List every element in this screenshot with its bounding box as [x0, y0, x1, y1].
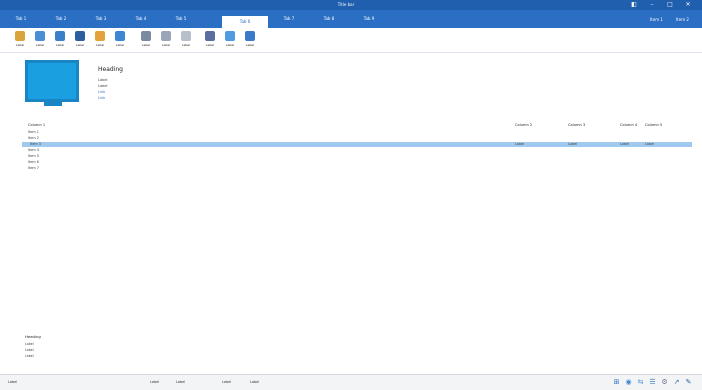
log-entry: Label	[25, 342, 34, 346]
status-item-4: Label	[222, 380, 232, 384]
column-header-2[interactable]: Column 2	[515, 122, 532, 128]
row-label: Item 1	[28, 130, 39, 134]
device-icon	[75, 31, 85, 41]
copy-icon	[161, 31, 171, 41]
column-header-3[interactable]: Column 3	[568, 122, 585, 128]
pin-icon[interactable]: ◧	[630, 2, 638, 8]
settings-icon	[141, 31, 151, 41]
tools-icon	[181, 31, 191, 41]
tab-6[interactable]: Tab 6	[222, 16, 268, 28]
toolbar-item-label: Label	[115, 43, 125, 47]
tray-icon[interactable]: ⊞	[612, 378, 621, 387]
tray-icon[interactable]: ✎	[684, 378, 693, 387]
title-bar: Title bar ◧ – □ ✕	[0, 0, 702, 10]
row-cell: Label	[515, 142, 525, 146]
window-title: Title bar	[337, 2, 355, 7]
back-icon	[15, 31, 25, 41]
menu-bar: Tab 1 Tab 2 Tab 3 Tab 4 Tab 5 Tab 6 Tab …	[0, 10, 702, 28]
status-item-2: Label	[150, 380, 160, 384]
page-title: Heading	[98, 66, 123, 73]
tray-icon[interactable]: ☰	[648, 378, 657, 387]
log-entry: Label	[25, 348, 34, 352]
toolbar: Label Label Label Label Label Label Labe…	[0, 28, 702, 53]
row-label: Item 6	[28, 160, 39, 164]
tab-2[interactable]: Tab 2	[42, 14, 80, 24]
maximize-icon[interactable]: □	[666, 2, 674, 8]
tab-5[interactable]: Tab 5	[162, 14, 200, 24]
row-label: Item 7	[28, 166, 39, 170]
log-entry: Label	[25, 354, 34, 358]
tab-3[interactable]: Tab 3	[82, 14, 120, 24]
toolbar-item-6[interactable]: Label	[110, 31, 130, 49]
close-icon[interactable]: ✕	[684, 2, 692, 8]
toolbar-item-10[interactable]: Label	[200, 31, 220, 49]
status-bar: Label Label Label Label Label ⊞ ◉ ⇆ ☰ ⚙ ↗ ✎	[0, 374, 702, 390]
row-label: Item 4	[28, 148, 39, 152]
tray-icon[interactable]: ⚙	[660, 378, 669, 387]
row-cell: Label	[645, 142, 655, 146]
toolbar-item-2[interactable]: Label	[30, 31, 50, 49]
monitor-icon	[115, 31, 125, 41]
table-row[interactable]: Item 2	[28, 136, 702, 141]
log-title: Heading	[25, 334, 41, 339]
account-item-2[interactable]: Item 2	[676, 16, 689, 24]
info-link-1[interactable]: Link	[98, 90, 105, 95]
table-row[interactable]: Item 6	[28, 160, 702, 165]
toolbar-item-5[interactable]: Label	[90, 31, 110, 49]
row-label: Item 2	[28, 136, 39, 140]
toolbar-item-8[interactable]: Label	[156, 31, 176, 49]
status-item-5: Label	[250, 380, 260, 384]
report-icon	[95, 31, 105, 41]
info-line-2: Label	[98, 84, 108, 88]
column-header-5[interactable]: Column 5	[645, 122, 662, 128]
toolbar-item-1[interactable]: Label	[10, 31, 30, 49]
tray-icon[interactable]: ◉	[624, 378, 633, 387]
minimize-icon[interactable]: –	[648, 2, 656, 8]
monitor-search-icon	[205, 31, 215, 41]
column-header-4[interactable]: Column 4	[620, 122, 637, 128]
row-cell: Label	[620, 142, 630, 146]
toolbar-item-4[interactable]: Label	[70, 31, 90, 49]
tab-9[interactable]: Tab 9	[350, 14, 388, 24]
monitor-illustration	[25, 60, 79, 102]
tab-4[interactable]: Tab 4	[122, 14, 160, 24]
table-row[interactable]: Item 3 Label Label Label Label	[22, 142, 692, 147]
column-header-1[interactable]: Column 1	[28, 122, 45, 128]
toolbar-item-3[interactable]: Label	[50, 31, 70, 49]
monitor-stand-illustration	[44, 102, 62, 106]
account-item-1[interactable]: Item 1	[650, 16, 663, 24]
toolbar-item-9[interactable]: Label	[176, 31, 196, 49]
tab-7[interactable]: Tab 7	[270, 14, 308, 24]
table-row[interactable]: Item 4	[28, 148, 702, 153]
search-icon	[35, 31, 45, 41]
table-row[interactable]: Item 7	[28, 166, 702, 171]
row-label: Item 3	[30, 142, 41, 146]
status-item-3: Label	[176, 380, 186, 384]
toolbar-item-label: Label	[245, 43, 255, 47]
toolbar-item-7[interactable]: Label	[136, 31, 156, 49]
scan-icon	[55, 31, 65, 41]
row-label: Item 5	[28, 154, 39, 158]
table-row[interactable]: Item 5	[28, 154, 702, 159]
tab-8[interactable]: Tab 8	[310, 14, 348, 24]
tab-1[interactable]: Tab 1	[2, 14, 40, 24]
toolbar-item-11[interactable]: Label	[220, 31, 240, 49]
tray-icon[interactable]: ⇆	[636, 378, 645, 387]
status-item-1: Label	[8, 380, 18, 384]
table-row[interactable]: Item 1	[28, 130, 702, 135]
info-line-1: Label	[98, 78, 108, 82]
tray-icon[interactable]: ↗	[672, 378, 681, 387]
toolbar-item-12[interactable]: Label	[240, 31, 260, 49]
row-cell: Label	[568, 142, 578, 146]
edit-icon	[225, 31, 235, 41]
info-link-2[interactable]: Link	[98, 96, 105, 101]
find-icon	[245, 31, 255, 41]
toolbar-item-label: Label	[181, 43, 191, 47]
